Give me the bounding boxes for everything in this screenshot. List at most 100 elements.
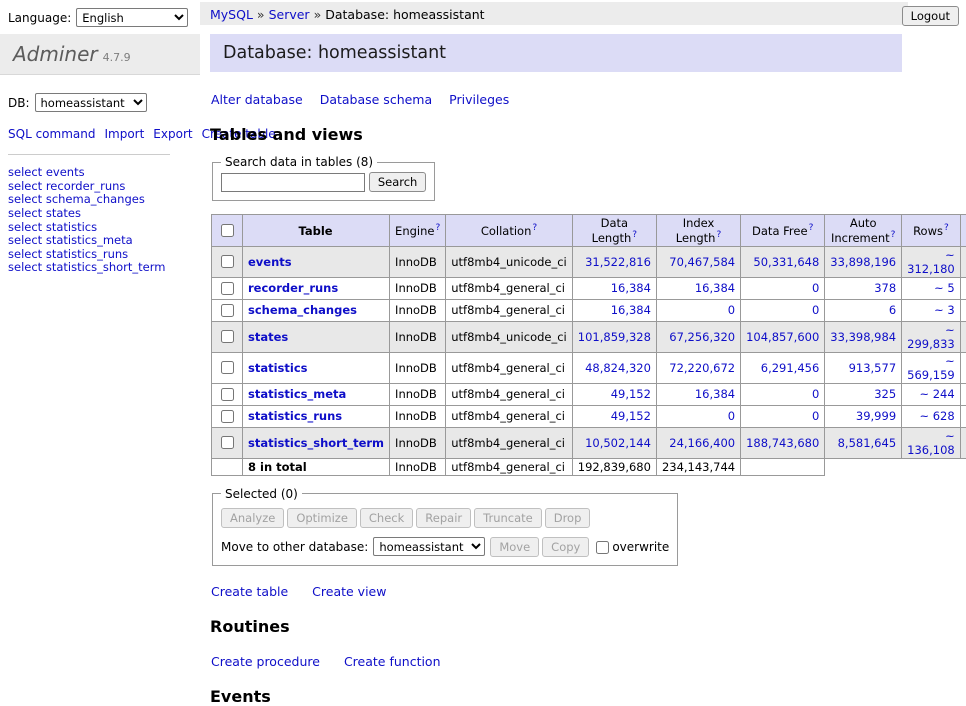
sidebar-select-link[interactable]: select xyxy=(8,165,42,179)
data-free-link[interactable]: 0 xyxy=(812,409,819,423)
bulk-action-button[interactable]: Optimize xyxy=(287,508,357,528)
auto-increment-link[interactable]: 378 xyxy=(874,281,896,295)
sidebar-select-link[interactable]: select xyxy=(8,233,42,247)
auto-increment-link[interactable]: 33,898,196 xyxy=(830,255,896,269)
breadcrumb-link-mysql[interactable]: MySQL xyxy=(210,7,253,22)
logout-button[interactable]: Logout xyxy=(902,6,959,26)
index-length-link[interactable]: 67,256,320 xyxy=(669,330,735,344)
table-name-link[interactable]: statistics_runs xyxy=(248,409,342,423)
rows-count-link[interactable]: ~ 312,180 xyxy=(907,248,955,276)
index-length-link[interactable]: 72,220,672 xyxy=(669,361,735,375)
data-free-link[interactable]: 0 xyxy=(812,387,819,401)
auto-increment-link[interactable]: 913,577 xyxy=(849,361,897,375)
bulk-action-button[interactable]: Check xyxy=(360,508,413,528)
create-link[interactable]: Create table xyxy=(211,584,288,599)
bulk-action-button[interactable]: Truncate xyxy=(474,508,542,528)
rows-count-link[interactable]: ~ 136,108 xyxy=(907,429,955,457)
sidebar-table-link[interactable]: statistics xyxy=(46,220,97,234)
table-name-link[interactable]: schema_changes xyxy=(248,303,357,317)
row-checkbox[interactable] xyxy=(221,255,234,268)
sidebar-table-link[interactable]: schema_changes xyxy=(46,192,145,206)
copy-button[interactable]: Copy xyxy=(542,537,589,557)
move-button[interactable]: Move xyxy=(490,537,539,557)
index-length-link[interactable]: 16,384 xyxy=(695,281,735,295)
rows-count-link[interactable]: ~ 299,833 xyxy=(907,323,955,351)
sidebar-table-link[interactable]: statistics_runs xyxy=(46,247,128,261)
rows-count-link[interactable]: ~ 569,159 xyxy=(907,354,955,382)
bulk-action-button[interactable]: Drop xyxy=(545,508,591,528)
sidebar-table-link[interactable]: recorder_runs xyxy=(46,179,126,193)
index-length-link[interactable]: 70,467,584 xyxy=(669,255,735,269)
column-doc-link[interactable]: ? xyxy=(632,230,637,240)
sidebar-select-link[interactable]: select xyxy=(8,260,42,274)
sidebar-select-link[interactable]: select xyxy=(8,247,42,261)
sidebar-action-link[interactable]: SQL command xyxy=(8,127,95,141)
auto-increment-link[interactable]: 6 xyxy=(889,303,896,317)
table-name-link[interactable]: events xyxy=(248,255,292,269)
data-length-link[interactable]: 10,502,144 xyxy=(585,436,651,450)
database-nav-link[interactable]: Alter database xyxy=(211,92,303,107)
sidebar-action-link[interactable]: Import xyxy=(104,127,144,141)
rows-count-link[interactable]: ~ 244 xyxy=(919,387,954,401)
data-free-link[interactable]: 0 xyxy=(812,303,819,317)
data-free-link[interactable]: 0 xyxy=(812,281,819,295)
create-link[interactable]: Create view xyxy=(312,584,386,599)
database-nav-link[interactable]: Privileges xyxy=(449,92,509,107)
search-input[interactable] xyxy=(221,173,365,192)
data-free-link[interactable]: 6,291,456 xyxy=(761,361,820,375)
auto-increment-link[interactable]: 39,999 xyxy=(856,409,896,423)
sidebar-select-link[interactable]: select xyxy=(8,179,42,193)
table-name-link[interactable]: recorder_runs xyxy=(248,281,338,295)
index-length-link[interactable]: 0 xyxy=(728,303,735,317)
auto-increment-link[interactable]: 8,581,645 xyxy=(838,436,897,450)
data-length-link[interactable]: 49,152 xyxy=(611,387,651,401)
data-length-link[interactable]: 16,384 xyxy=(611,303,651,317)
column-doc-link[interactable]: ? xyxy=(809,223,814,233)
sidebar-table-link[interactable]: events xyxy=(46,165,85,179)
table-name-link[interactable]: statistics xyxy=(248,361,308,375)
index-length-link[interactable]: 0 xyxy=(728,409,735,423)
row-checkbox[interactable] xyxy=(221,282,234,295)
sidebar-select-link[interactable]: select xyxy=(8,220,42,234)
sidebar-select-link[interactable]: select xyxy=(8,206,42,220)
move-db-select[interactable]: homeassistant xyxy=(373,537,485,556)
data-length-link[interactable]: 101,859,328 xyxy=(578,330,651,344)
data-length-link[interactable]: 16,384 xyxy=(611,281,651,295)
row-checkbox[interactable] xyxy=(221,388,234,401)
sidebar-action-link[interactable]: Export xyxy=(153,127,192,141)
sidebar-table-link[interactable]: statistics_meta xyxy=(46,233,133,247)
column-doc-link[interactable]: ? xyxy=(532,223,537,233)
bulk-action-button[interactable]: Analyze xyxy=(221,508,284,528)
column-doc-link[interactable]: ? xyxy=(435,223,440,233)
row-checkbox[interactable] xyxy=(221,330,234,343)
breadcrumb-link-server[interactable]: Server xyxy=(269,7,310,22)
language-select[interactable]: English xyxy=(76,8,188,27)
table-name-link[interactable]: statistics_short_term xyxy=(248,436,384,450)
auto-increment-link[interactable]: 325 xyxy=(874,387,896,401)
search-button[interactable]: Search xyxy=(369,172,427,192)
column-doc-link[interactable]: ? xyxy=(891,230,896,240)
data-length-link[interactable]: 48,824,320 xyxy=(585,361,651,375)
data-free-link[interactable]: 50,331,648 xyxy=(753,255,819,269)
data-free-link[interactable]: 188,743,680 xyxy=(746,436,819,450)
sidebar-select-link[interactable]: select xyxy=(8,192,42,206)
column-doc-link[interactable]: ? xyxy=(716,230,721,240)
auto-increment-link[interactable]: 33,398,984 xyxy=(830,330,896,344)
data-length-link[interactable]: 31,522,816 xyxy=(585,255,651,269)
rows-count-link[interactable]: ~ 5 xyxy=(934,281,955,295)
table-name-link[interactable]: statistics_meta xyxy=(248,387,346,401)
row-checkbox[interactable] xyxy=(221,304,234,317)
db-select[interactable]: homeassistant xyxy=(35,93,147,112)
index-length-link[interactable]: 24,166,400 xyxy=(669,436,735,450)
rows-count-link[interactable]: ~ 628 xyxy=(919,409,954,423)
sidebar-table-link[interactable]: statistics_short_term xyxy=(46,260,166,274)
sidebar-table-link[interactable]: states xyxy=(46,206,81,220)
row-checkbox[interactable] xyxy=(221,361,234,374)
routine-link[interactable]: Create function xyxy=(344,654,441,669)
routine-link[interactable]: Create procedure xyxy=(211,654,320,669)
bulk-action-button[interactable]: Repair xyxy=(416,508,471,528)
data-free-link[interactable]: 104,857,600 xyxy=(746,330,819,344)
row-checkbox[interactable] xyxy=(221,436,234,449)
row-checkbox[interactable] xyxy=(221,410,234,423)
check-all-checkbox[interactable] xyxy=(221,224,234,237)
